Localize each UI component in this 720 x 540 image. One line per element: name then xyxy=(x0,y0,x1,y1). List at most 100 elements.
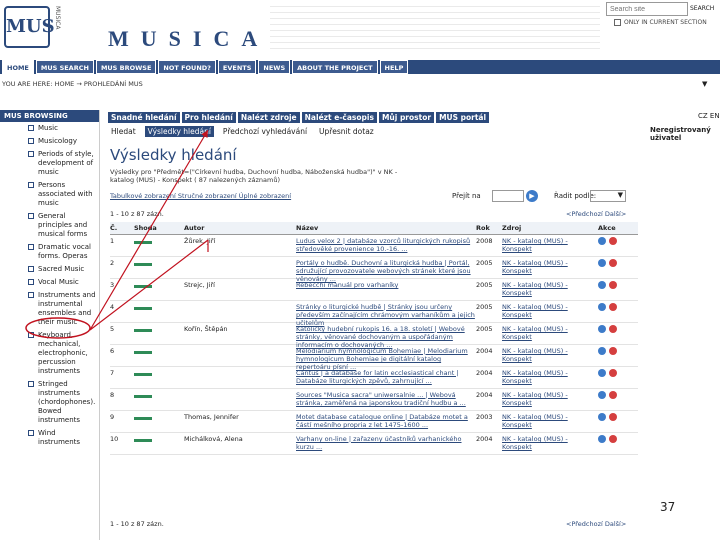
nav-about[interactable]: ABOUT THE PROJECT xyxy=(292,60,378,74)
sidebar-item-musicology[interactable]: Musicology xyxy=(0,135,99,148)
action-save-icon[interactable] xyxy=(609,347,617,355)
subtab-search[interactable]: Hledat xyxy=(108,126,139,137)
action-view-icon[interactable] xyxy=(598,347,606,355)
view-links[interactable]: Tabulkové zobrazení Stručné zobrazení Úp… xyxy=(110,192,291,200)
row-number[interactable]: 2 xyxy=(110,259,134,267)
sidebar-item-keyboard[interactable]: Keyboard, mechanical, electrophonic, per… xyxy=(0,329,99,378)
col-source[interactable]: Zdroj xyxy=(502,224,598,232)
row-title-link[interactable]: Cantus | a database for latin ecclesiast… xyxy=(296,369,476,385)
row-source-link[interactable]: NK - katalog (MUS) - Konspekt xyxy=(502,325,598,341)
action-save-icon[interactable] xyxy=(609,435,617,443)
table-row: 7 Cantus | a database for latin ecclesia… xyxy=(110,367,638,389)
sidebar-item-wind[interactable]: Wind instruments xyxy=(0,427,99,449)
subtab-results[interactable]: Výsledky hledání xyxy=(144,126,214,137)
scroll-down-icon[interactable]: ▼ xyxy=(702,80,707,88)
sidebar-item-instruments[interactable]: Instruments and instrumental ensembles a… xyxy=(0,289,99,329)
pagination-top[interactable]: <Předchozí Další> xyxy=(566,210,626,218)
tab-mus-portal[interactable]: MUS portál xyxy=(436,112,490,123)
row-source-link[interactable]: NK - katalog (MUS) - Konspekt xyxy=(502,281,598,297)
nav-news[interactable]: NEWS xyxy=(258,60,291,74)
sidebar-item-persons[interactable]: Persons associated with music xyxy=(0,179,99,210)
action-save-icon[interactable] xyxy=(609,391,617,399)
row-author: Michálková, Alena xyxy=(184,435,243,443)
row-title-link[interactable]: Katolický hudební rukopis 16. a 18. stol… xyxy=(296,325,476,349)
only-section-checkbox[interactable]: ONLY IN CURRENT SECTION xyxy=(614,19,710,26)
row-source-link[interactable]: NK - katalog (MUS) - Konspekt xyxy=(502,303,598,319)
col-no[interactable]: Č. xyxy=(110,224,134,232)
row-number[interactable]: 1 xyxy=(110,237,134,245)
row-number[interactable]: 3 xyxy=(110,281,134,289)
action-save-icon[interactable] xyxy=(609,369,617,377)
tab-my-space[interactable]: Můj prostor xyxy=(378,112,435,123)
nav-help[interactable]: HELP xyxy=(379,60,409,74)
col-author[interactable]: Autor xyxy=(184,224,296,232)
action-view-icon[interactable] xyxy=(598,259,606,267)
action-view-icon[interactable] xyxy=(598,413,606,421)
tab-simple-search[interactable]: Snadné hledání xyxy=(108,112,180,123)
row-number[interactable]: 5 xyxy=(110,325,134,333)
subtab-refine[interactable]: Upřesnit dotaz xyxy=(316,126,377,137)
tab-find-ejournal[interactable]: Nalézt e-časopis xyxy=(301,112,377,123)
action-save-icon[interactable] xyxy=(609,237,617,245)
col-year[interactable]: Rok xyxy=(476,224,502,232)
action-save-icon[interactable] xyxy=(609,303,617,311)
tab-find-resources[interactable]: Nalézt zdroje xyxy=(237,112,300,123)
action-view-icon[interactable] xyxy=(598,435,606,443)
row-title-link[interactable]: Stránky o liturgické hudbě | Stránky jso… xyxy=(296,303,476,327)
col-title[interactable]: Název xyxy=(296,224,476,232)
row-number[interactable]: 7 xyxy=(110,369,134,377)
sidebar-item-vocal[interactable]: Vocal Music xyxy=(0,276,99,289)
row-source-link[interactable]: NK - katalog (MUS) - Konspekt xyxy=(502,435,598,451)
action-save-icon[interactable] xyxy=(609,281,617,289)
action-view-icon[interactable] xyxy=(598,369,606,377)
action-view-icon[interactable] xyxy=(598,391,606,399)
action-save-icon[interactable] xyxy=(609,413,617,421)
action-save-icon[interactable] xyxy=(609,325,617,333)
language-flags[interactable]: CZ EN xyxy=(698,112,720,120)
row-source-link[interactable]: NK - katalog (MUS) - Konspekt xyxy=(502,391,598,407)
row-number[interactable]: 4 xyxy=(110,303,134,311)
action-view-icon[interactable] xyxy=(598,303,606,311)
action-view-icon[interactable] xyxy=(598,325,606,333)
sidebar-item-periods[interactable]: Periods of style, development of music xyxy=(0,148,99,179)
checkbox-icon[interactable] xyxy=(614,19,621,26)
action-view-icon[interactable] xyxy=(598,281,606,289)
nav-mus-search[interactable]: MUS SEARCH xyxy=(35,60,94,74)
goto-input[interactable] xyxy=(492,190,524,202)
nav-home[interactable]: HOME xyxy=(2,60,34,74)
row-source-link[interactable]: NK - katalog (MUS) - Konspekt xyxy=(502,259,598,275)
row-number[interactable]: 9 xyxy=(110,413,134,421)
sidebar-item-general[interactable]: General principles and musical forms xyxy=(0,210,99,241)
row-source-link[interactable]: NK - katalog (MUS) - Konspekt xyxy=(502,237,598,253)
row-number[interactable]: 8 xyxy=(110,391,134,399)
sidebar-item-dramatic[interactable]: Dramatic vocal forms. Operas xyxy=(0,241,99,263)
action-save-icon[interactable] xyxy=(609,259,617,267)
subtab-previous[interactable]: Předchozí vyhledávání xyxy=(220,126,310,137)
sidebar-item-stringed[interactable]: Stringed instruments (chordophones). Bow… xyxy=(0,378,99,427)
row-title-link[interactable]: Melodiarium hymnologicum Bohemiae | Melo… xyxy=(296,347,476,371)
row-title-link[interactable]: Portály o hudbě. Duchovní a liturgická h… xyxy=(296,259,476,283)
row-title-link[interactable]: Varhany on-line | zařazeny účastníků var… xyxy=(296,435,476,451)
pagination-bottom[interactable]: <Předchozí Další> xyxy=(566,520,626,528)
nav-not-found[interactable]: NOT FOUND? xyxy=(158,60,216,74)
col-match[interactable]: Shoda xyxy=(134,224,184,232)
row-number[interactable]: 6 xyxy=(110,347,134,355)
row-title-link[interactable]: Sources "Musica sacra" uniwersalnie ... … xyxy=(296,391,476,407)
nav-events[interactable]: EVENTS xyxy=(217,60,257,74)
search-input[interactable] xyxy=(606,2,688,16)
action-view-icon[interactable] xyxy=(598,237,606,245)
sidebar-item-music[interactable]: Music xyxy=(0,122,99,135)
row-source-link[interactable]: NK - katalog (MUS) - Konspekt xyxy=(502,413,598,429)
sort-select[interactable]: ▼ xyxy=(590,190,626,202)
row-title-link[interactable]: Ludus velox 2 | databáze vzorců liturgic… xyxy=(296,237,476,253)
sidebar-item-sacred[interactable]: Sacred Music xyxy=(0,263,99,276)
row-source-link[interactable]: NK - katalog (MUS) - Konspekt xyxy=(502,369,598,385)
row-title-link[interactable]: Rebecchi manuál pro varhaníky xyxy=(296,281,476,289)
nav-mus-browse[interactable]: MUS BROWSE xyxy=(95,60,157,74)
row-number[interactable]: 10 xyxy=(110,435,134,443)
row-title-link[interactable]: Motet database catalogue online | Databá… xyxy=(296,413,476,429)
tab-pro-search[interactable]: Pro hledání xyxy=(181,112,236,123)
go-button[interactable]: ▶ xyxy=(526,190,538,202)
row-source-link[interactable]: NK - katalog (MUS) - Konspekt xyxy=(502,347,598,363)
search-button[interactable]: SEARCH xyxy=(690,2,720,16)
